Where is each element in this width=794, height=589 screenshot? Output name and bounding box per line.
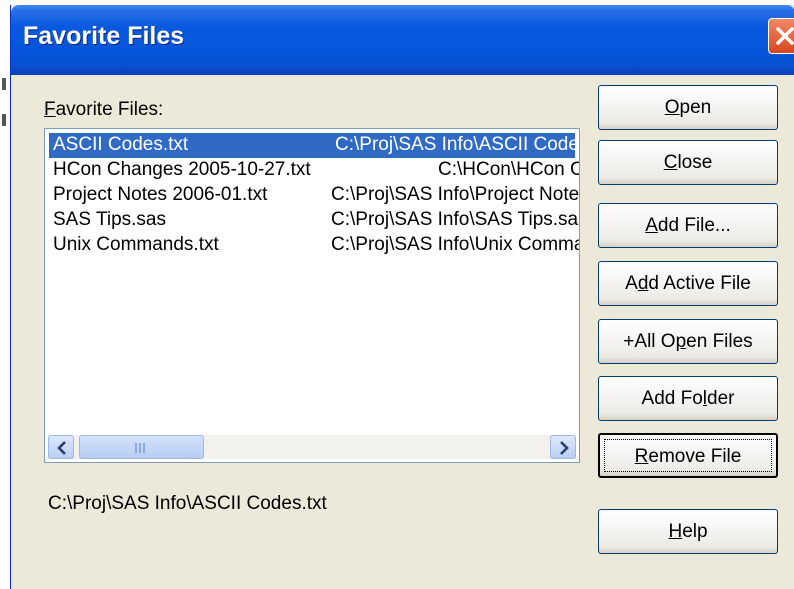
btn-text: pen — [679, 97, 712, 118]
file-path: C:\Proj\SAS Info\ASCII Codes.txt — [335, 134, 579, 155]
list-item[interactable]: SAS Tips.sas C:\Proj\SAS Info\SAS Tips.s… — [45, 208, 579, 233]
btn-mnemonic: p — [675, 331, 687, 352]
focus-ring — [604, 439, 772, 472]
btn-text: lose — [677, 152, 713, 173]
file-path: C:\Proj\SAS Info\Project Notes 2006-01.t… — [331, 184, 580, 205]
file-path: C:\HCon\HCon Changes 2005-10-27.txt — [438, 159, 579, 180]
add-file-button[interactable]: Add File... — [598, 203, 778, 248]
btn-mnemonic: A — [645, 215, 658, 236]
label-text: avorite Files: — [55, 99, 164, 120]
arrow-right-icon — [560, 441, 569, 455]
label-mnemonic: F — [44, 99, 56, 120]
file-name: ASCII Codes.txt — [53, 134, 189, 155]
open-button[interactable]: Open — [598, 85, 778, 130]
horizontal-scrollbar[interactable] — [48, 435, 576, 459]
close-button[interactable]: Close — [598, 140, 778, 185]
edge-mark — [2, 114, 6, 126]
scroll-left-button[interactable] — [48, 435, 74, 459]
file-name: SAS Tips.sas — [53, 209, 166, 230]
btn-text: A — [625, 273, 638, 294]
btn-mnemonic: O — [664, 97, 680, 118]
btn-text: d Active File — [648, 273, 751, 294]
file-name: Project Notes 2006-01.txt — [53, 184, 268, 205]
arrow-left-icon — [57, 441, 66, 455]
edge-mark — [2, 78, 6, 90]
title-bar[interactable]: Favorite Files — [11, 5, 794, 75]
btn-text: +All O — [623, 331, 676, 352]
file-path: C:\Proj\SAS Info\Unix Commands.txt — [331, 234, 579, 255]
scroll-thumb[interactable] — [79, 435, 204, 459]
grip-icon — [135, 443, 147, 453]
selected-file-path: C:\Proj\SAS Info\ASCII Codes.txt — [48, 493, 327, 514]
file-path: C:\Proj\SAS Info\SAS Tips.sas — [331, 209, 580, 230]
close-x-icon — [776, 27, 794, 45]
help-button[interactable]: Help — [598, 509, 778, 554]
scroll-right-button[interactable] — [550, 435, 576, 459]
btn-text: der — [707, 388, 735, 409]
btn-text: Add Fo — [641, 388, 703, 409]
favorite-files-list[interactable]: ASCII Codes.txt C:\Proj\SAS Info\ASCII C… — [44, 128, 580, 463]
file-name: Unix Commands.txt — [53, 234, 219, 255]
remove-file-button[interactable]: Remove File — [598, 433, 778, 478]
btn-text: en Files — [686, 331, 753, 352]
list-item[interactable]: HCon Changes 2005-10-27.txt C:\HCon\HCon… — [45, 158, 579, 183]
btn-text: dd File... — [657, 215, 731, 236]
background-edge — [0, 0, 10, 589]
btn-text: elp — [682, 521, 708, 542]
btn-mnemonic: H — [668, 521, 683, 542]
list-item[interactable]: ASCII Codes.txt C:\Proj\SAS Info\ASCII C… — [49, 133, 579, 158]
window-title: Favorite Files — [23, 22, 185, 50]
btn-mnemonic: d — [637, 273, 649, 294]
btn-mnemonic: C — [663, 152, 678, 173]
favorite-files-dialog: Favorite Files Favorite Files: ASCII Cod… — [10, 5, 794, 589]
close-window-button[interactable] — [768, 18, 794, 54]
add-folder-button[interactable]: Add Folder — [598, 376, 778, 421]
file-name: HCon Changes 2005-10-27.txt — [53, 159, 311, 180]
list-rows: ASCII Codes.txt C:\Proj\SAS Info\ASCII C… — [45, 133, 579, 258]
add-all-open-files-button[interactable]: +All Open Files — [598, 319, 778, 364]
list-item[interactable]: Unix Commands.txt C:\Proj\SAS Info\Unix … — [45, 233, 579, 258]
add-active-file-button[interactable]: Add Active File — [598, 261, 778, 306]
favorite-files-label: Favorite Files: — [44, 99, 163, 121]
list-item[interactable]: Project Notes 2006-01.txt C:\Proj\SAS In… — [45, 183, 579, 208]
